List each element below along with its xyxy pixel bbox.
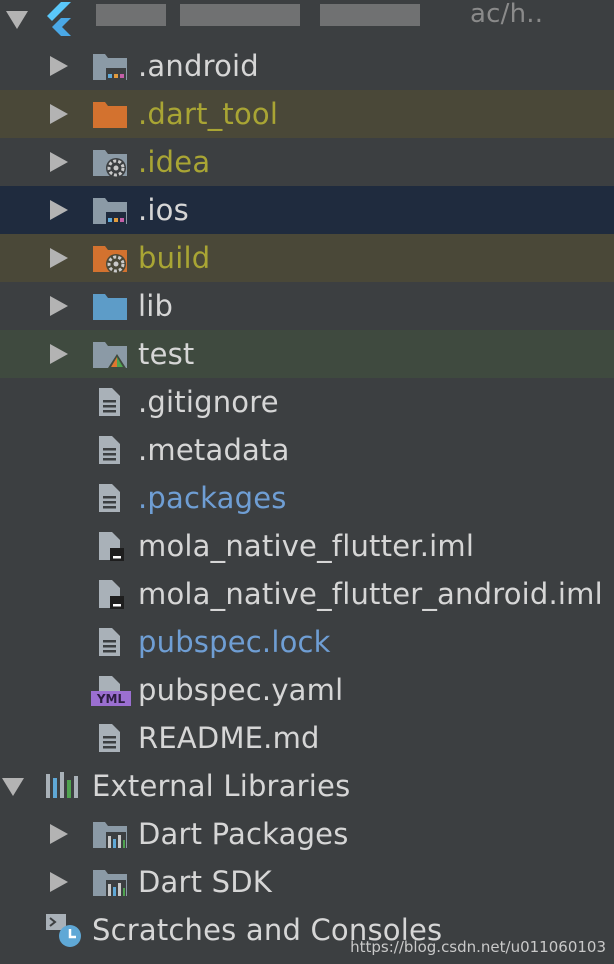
expand-arrow-icon[interactable] [50, 248, 68, 268]
tree-item-external-libraries[interactable]: External Libraries [0, 762, 614, 810]
project-root-row[interactable]: ac/h.. [0, 0, 614, 40]
yml-badge: YML [96, 692, 126, 706]
tree-item-idea[interactable]: .idea [0, 138, 614, 186]
iml-file-icon [99, 532, 124, 561]
tree-item-label: Dart Packages [138, 817, 349, 851]
tree-item-build[interactable]: build [0, 234, 614, 282]
expand-arrow-icon[interactable] [50, 824, 68, 844]
tree-item-gitignore[interactable]: .gitignore [0, 378, 614, 426]
excluded-settings-folder-icon [93, 246, 127, 274]
module-folder-icon [93, 198, 127, 225]
flutter-icon [47, 2, 71, 36]
text-file-icon [99, 628, 120, 656]
iml-file-icon [99, 580, 124, 609]
expand-arrow-icon[interactable] [50, 104, 68, 124]
text-file-icon [99, 724, 120, 752]
expand-arrow-icon[interactable] [50, 56, 68, 76]
expand-arrow-icon[interactable] [50, 872, 68, 892]
source-folder-icon [93, 294, 127, 320]
tree-item-label: build [138, 241, 211, 275]
text-file-icon [99, 484, 120, 512]
tree-item-label: .packages [138, 481, 287, 515]
tree-item-dart-tool[interactable]: .dart_tool [0, 90, 614, 138]
tree-item-label: Dart SDK [138, 865, 272, 899]
tree-item-test[interactable]: test [0, 330, 614, 378]
settings-folder-icon [93, 150, 127, 178]
tree-item-label: pubspec.lock [138, 625, 331, 659]
watermark-text: https://blog.csdn.net/u011060103 [350, 938, 606, 956]
tree-item-lib[interactable]: lib [0, 282, 614, 330]
expand-arrow-icon[interactable] [50, 296, 68, 316]
tree-item-label: pubspec.yaml [138, 673, 344, 707]
tree-item-label: .metadata [138, 433, 290, 467]
collapse-arrow-icon[interactable] [2, 778, 24, 796]
excluded-folder-icon [93, 102, 127, 128]
expand-arrow-icon[interactable] [50, 344, 68, 364]
yaml-file-icon: YML [91, 676, 131, 706]
test-folder-icon [93, 342, 127, 368]
tree-item-label: .android [138, 49, 259, 83]
tree-item-label: mola_native_flutter.iml [138, 529, 475, 563]
expand-arrow-icon[interactable] [50, 152, 68, 172]
tree-item-label: .gitignore [138, 385, 279, 419]
module-folder-icon [93, 54, 127, 81]
tree-item-ios[interactable]: .ios [0, 186, 614, 234]
tree-item-android-iml[interactable]: mola_native_flutter_android.iml [0, 570, 614, 618]
tree-item-label: test [138, 337, 195, 371]
text-file-icon [99, 388, 120, 416]
tree-item-label: lib [138, 289, 174, 323]
text-file-icon [99, 436, 120, 464]
tree-item-dart-sdk[interactable]: Dart SDK [0, 858, 614, 906]
library-folder-icon [93, 822, 127, 849]
collapse-arrow-icon[interactable] [6, 11, 28, 29]
tree-item-iml[interactable]: mola_native_flutter.iml [0, 522, 614, 570]
project-tree: ac/h.. .android .dart_tool .idea .ios bu… [0, 0, 614, 954]
tree-item-label: .idea [138, 145, 211, 179]
tree-item-readme[interactable]: README.md [0, 714, 614, 762]
tree-item-android[interactable]: .android [0, 42, 614, 90]
tree-item-label: mola_native_flutter_android.iml [138, 577, 603, 611]
tree-item-label: External Libraries [92, 769, 351, 803]
tree-item-packages[interactable]: .packages [0, 474, 614, 522]
library-folder-icon [93, 870, 127, 897]
scratches-icon [46, 914, 81, 947]
expand-arrow-icon[interactable] [50, 200, 68, 220]
tree-item-label: README.md [138, 721, 320, 755]
tree-item-metadata[interactable]: .metadata [0, 426, 614, 474]
tree-item-pubspec-lock[interactable]: pubspec.lock [0, 618, 614, 666]
tree-item-dart-packages[interactable]: Dart Packages [0, 810, 614, 858]
tree-item-pubspec-yaml[interactable]: YML pubspec.yaml [0, 666, 614, 714]
tree-item-label: .ios [138, 193, 189, 227]
project-root-label: ac/h.. [470, 0, 544, 29]
libraries-icon [46, 772, 78, 798]
tree-item-label: .dart_tool [138, 97, 279, 131]
